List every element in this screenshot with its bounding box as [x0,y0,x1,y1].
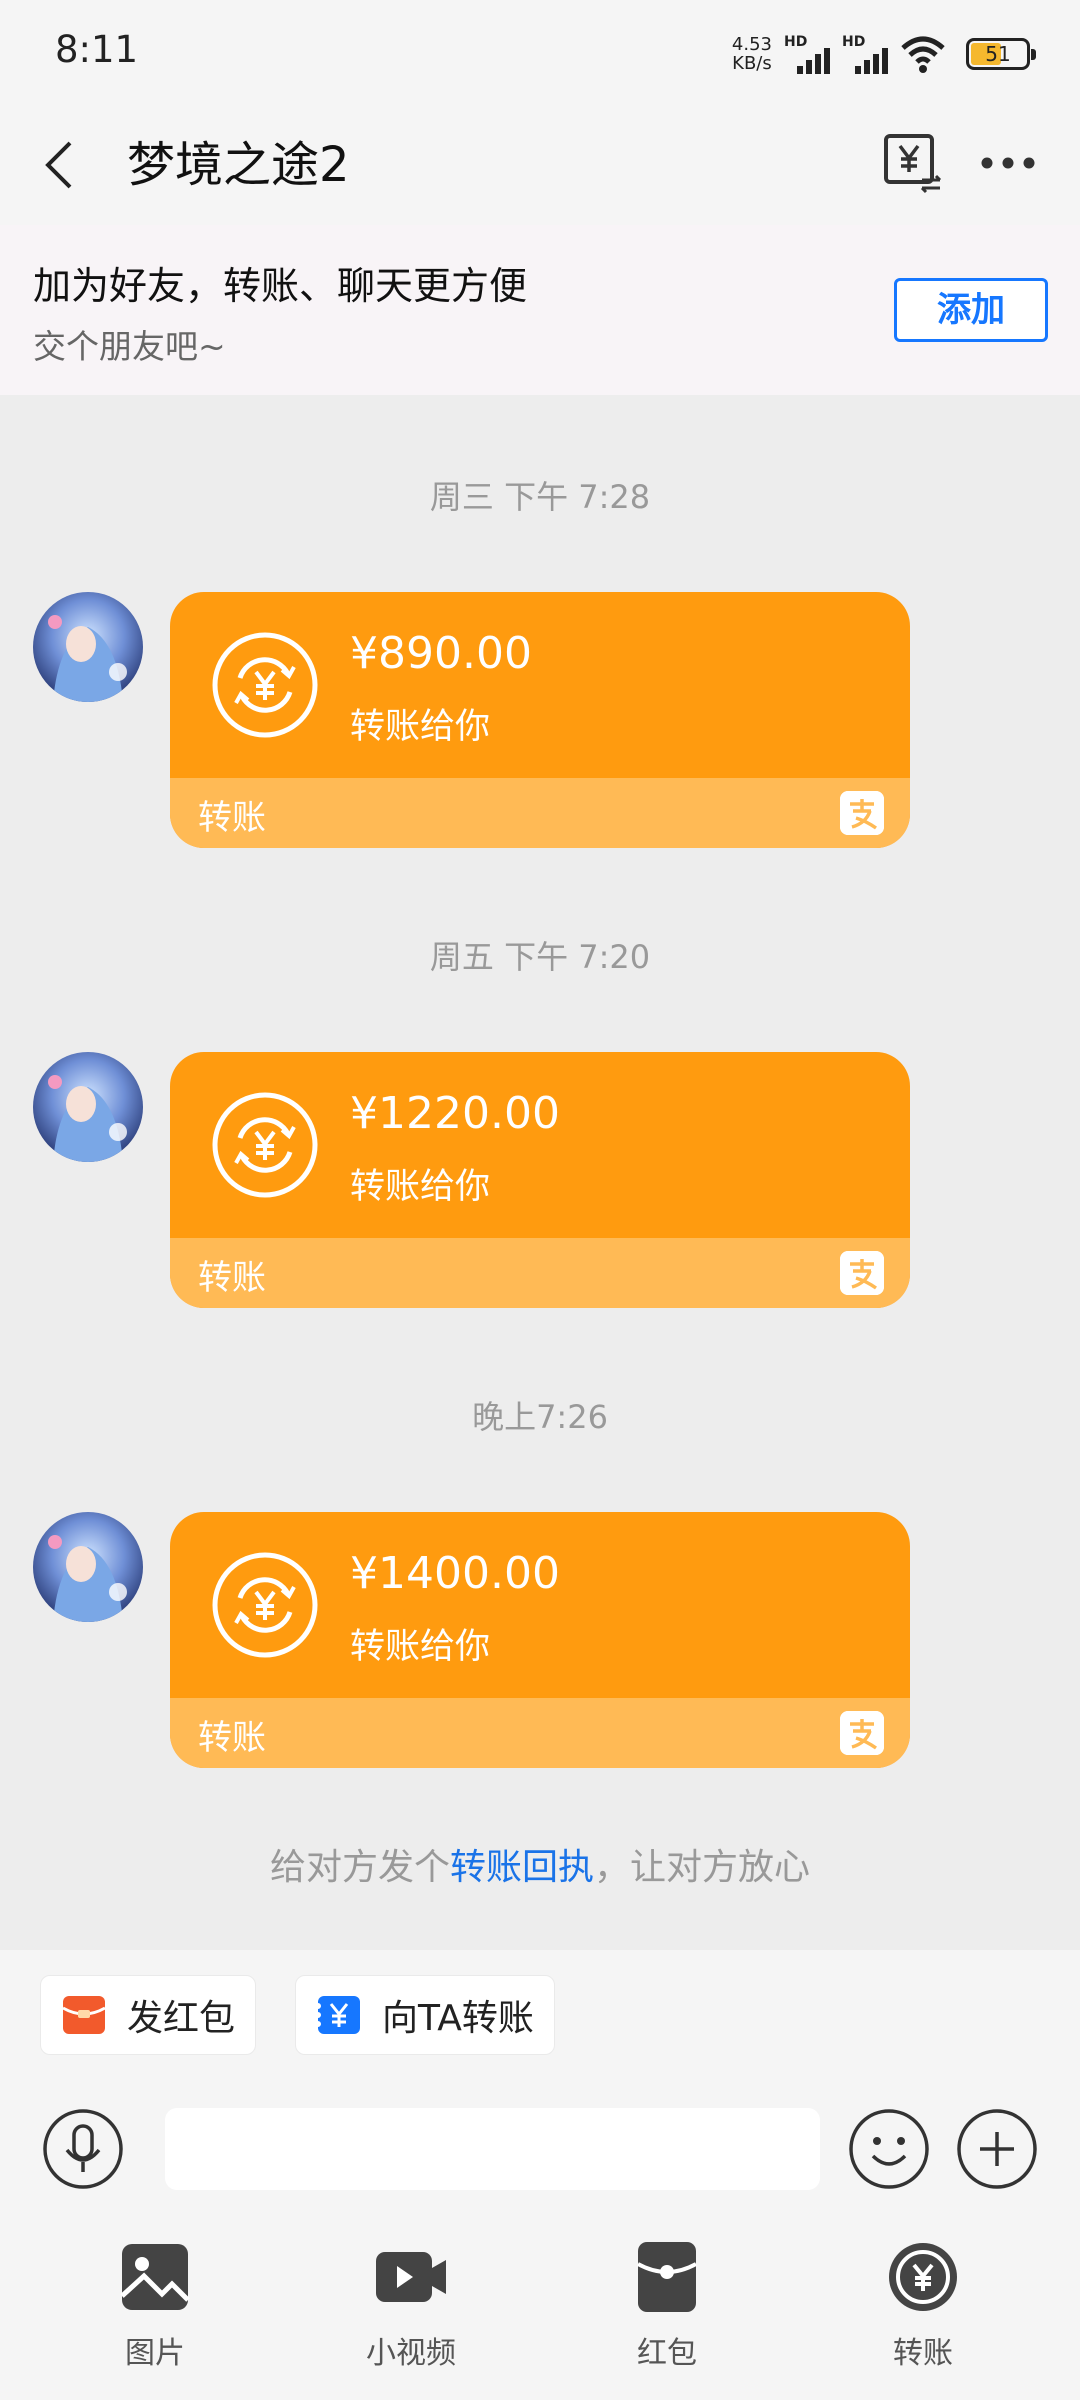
transfer-card-icon [316,1996,360,2034]
tool-transfer[interactable]: 转账 [843,2240,1003,2372]
transfer-label: 转账 [198,798,266,838]
alipay-icon [840,1711,884,1755]
avatar[interactable] [33,1512,143,1622]
transfer-desc: 转账给你 [350,1167,491,1207]
image-icon [120,2244,190,2310]
red-packet-icon [637,2242,697,2312]
signal-1-icon: HD [784,34,830,74]
banner-subtitle: 交个朋友吧~ [33,327,226,366]
transfer-card-footer: 转账 [170,778,910,848]
transfer-amount: ¥1220.00 [350,1088,560,1139]
message-time: 晚上7:26 [472,1398,608,1436]
transfer-card[interactable]: ¥1400.00 转账给你 转账 [170,1512,910,1768]
transfer-amount: ¥1400.00 [350,1548,560,1599]
tool-label: 红包 [637,2336,697,2371]
transfer-ring-icon [212,1552,318,1658]
transfer-receipt-link[interactable]: 转账回执 [450,1847,594,1888]
alipay-icon [840,1251,884,1295]
status-bar: 8:11 4.53 KB/s HD HD 51 [0,0,1080,105]
emoji-icon[interactable] [848,2108,930,2190]
tool-red-packet[interactable]: 红包 [587,2240,747,2372]
red-packet-icon [62,1996,106,2034]
wifi-icon [901,36,945,73]
signal-2-icon: HD [842,34,888,74]
transfer-card-footer: 转账 [170,1698,910,1768]
tool-label: 转账 [893,2336,953,2371]
transfer-card-footer: 转账 [170,1238,910,1308]
transfer-to-ta-label: 向TA转账 [382,1998,534,2039]
message-time: 周三 下午 7:28 [429,478,651,516]
transfer-amount: ¥890.00 [350,628,532,679]
plus-icon[interactable] [956,2108,1038,2190]
avatar[interactable] [33,1052,143,1162]
input-panel: 发红包 向TA转账 图片 小视频 红包 转账 [0,1950,1080,2400]
banner-title: 加为好友，转账、聊天更方便 [33,264,528,308]
avatar[interactable] [33,592,143,702]
transfer-label: 转账 [198,1258,266,1298]
transfer-record-icon[interactable] [880,130,946,196]
transfer-to-ta-button[interactable]: 向TA转账 [295,1975,555,2055]
transfer-label: 转账 [198,1718,266,1758]
alipay-icon [840,791,884,835]
transfer-ring-icon [212,632,318,738]
battery-icon: 51 [966,38,1036,70]
add-friend-banner: 加为好友，转账、聊天更方便 交个朋友吧~ 添加 [0,225,1080,395]
send-red-packet-button[interactable]: 发红包 [40,1975,257,2055]
video-icon [376,2252,446,2302]
network-speed: 4.53 KB/s [731,34,772,74]
transfer-desc: 转账给你 [350,707,491,747]
add-friend-button[interactable]: 添加 [894,278,1048,342]
status-time: 8:11 [55,28,139,71]
chat-title: 梦境之途2 [127,137,350,193]
tool-image[interactable]: 图片 [75,2240,235,2372]
tool-video[interactable]: 小视频 [331,2240,491,2372]
tool-label: 图片 [125,2336,185,2371]
battery-level: 51 [985,42,1011,66]
transfer-desc: 转账给你 [350,1627,491,1667]
transfer-icon [889,2243,957,2311]
message-time: 周五 下午 7:20 [429,938,651,976]
receipt-hint: 给对方发个转账回执，让对方放心 [269,1847,811,1888]
transfer-card[interactable]: ¥1220.00 转账给你 转账 [170,1052,910,1308]
back-arrow-icon[interactable] [30,133,94,197]
transfer-ring-icon [212,1092,318,1198]
voice-input-icon[interactable] [42,2108,124,2190]
message-input[interactable] [165,2108,820,2190]
transfer-card[interactable]: ¥890.00 转账给你 转账 [170,592,910,848]
more-options-icon[interactable] [975,130,1041,196]
chat-header: 梦境之途2 [0,105,1080,225]
status-icons: 4.53 KB/s HD HD 51 [731,30,1036,78]
tool-label: 小视频 [366,2336,456,2371]
send-red-packet-label: 发红包 [127,1998,236,2039]
